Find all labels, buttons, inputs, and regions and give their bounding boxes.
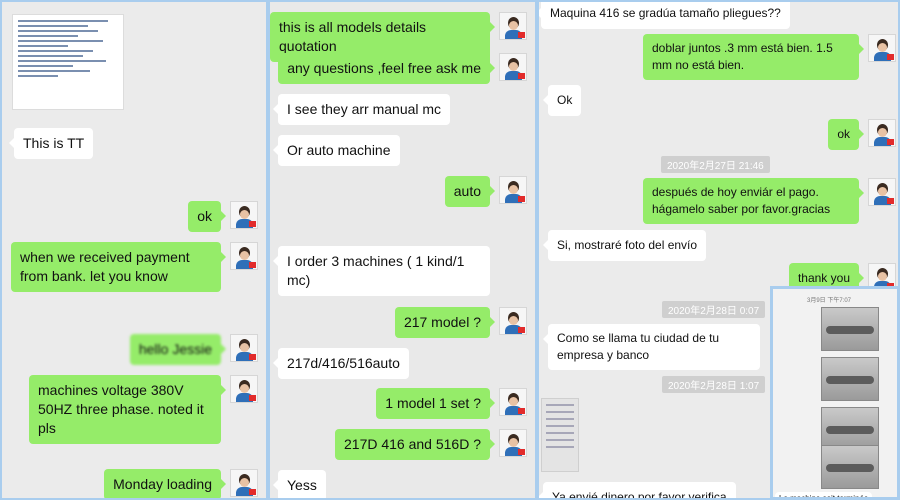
chat-panel-4: 3月9日 下午7:07 La machine soit terminée bbox=[770, 286, 900, 500]
message-bubble[interactable]: 217d/416/516auto bbox=[273, 348, 409, 379]
message-bubble[interactable]: hello Jessie bbox=[129, 334, 227, 365]
avatar[interactable] bbox=[868, 34, 896, 62]
message-bubble[interactable]: doblar juntos .3 mm está bien. 1.5 mm no… bbox=[643, 34, 864, 80]
message-row: 217D 416 and 516D ? bbox=[335, 429, 527, 460]
message-bubble[interactable]: Maquina 416 se gradúa tamaño pliegues?? bbox=[539, 2, 790, 29]
message-bubble[interactable]: I order 3 machines ( 1 kind/1 mc) bbox=[273, 246, 490, 296]
message-bubble[interactable]: La machine soit terminée bbox=[775, 492, 873, 497]
message-bubble[interactable]: ok bbox=[828, 119, 864, 150]
message-bubble[interactable]: ok bbox=[188, 201, 226, 232]
message-row: Si, mostraré foto del envío bbox=[542, 230, 707, 261]
avatar[interactable] bbox=[868, 119, 896, 147]
avatar[interactable] bbox=[499, 307, 527, 335]
message-bubble[interactable]: Ya envié dinero por favor verifica bbox=[539, 482, 736, 498]
message-bubble[interactable]: Monday loading bbox=[104, 469, 226, 498]
avatar[interactable] bbox=[868, 178, 896, 206]
machine-photo[interactable] bbox=[821, 357, 879, 401]
message-row: This is TT bbox=[8, 128, 94, 159]
message-bubble[interactable]: 217 model ? bbox=[394, 307, 496, 338]
message-row: Como se llama tu ciudad de tu empresa y … bbox=[543, 324, 760, 370]
avatar[interactable] bbox=[230, 334, 258, 362]
message-row: hello Jessie bbox=[129, 334, 258, 365]
message-bubble[interactable]: después de hoy enviár el pago. hágamelo … bbox=[643, 178, 864, 224]
timestamp: 3月9日 下午7:07 bbox=[807, 298, 852, 304]
message-row: any questions ,feel free ask me bbox=[278, 53, 527, 84]
message-bubble[interactable]: machines voltage 380V 50HZ three phase. … bbox=[29, 375, 226, 444]
chat-panel-1: This is TT ok when we received payment f… bbox=[0, 0, 268, 500]
message-row: I see they arr manual mc bbox=[272, 94, 451, 125]
message-row: when we received payment from bank. let … bbox=[11, 242, 258, 292]
message-row: Yess bbox=[273, 470, 326, 498]
message-bubble[interactable]: when we received payment from bank. let … bbox=[11, 242, 226, 292]
avatar[interactable] bbox=[499, 53, 527, 81]
message-bubble[interactable]: Como se llama tu ciudad de tu empresa y … bbox=[543, 324, 760, 370]
message-bubble[interactable]: Ok bbox=[542, 85, 582, 116]
machine-photo[interactable] bbox=[821, 307, 879, 351]
avatar[interactable] bbox=[230, 201, 258, 229]
avatar[interactable] bbox=[499, 176, 527, 204]
message-bubble[interactable]: auto bbox=[444, 176, 496, 207]
message-row: Ok bbox=[542, 85, 582, 116]
message-row: Or auto machine bbox=[273, 135, 400, 166]
message-bubble[interactable]: I see they arr manual mc bbox=[272, 94, 451, 125]
message-bubble[interactable]: any questions ,feel free ask me bbox=[278, 53, 495, 84]
message-row: Monday loading bbox=[104, 469, 258, 498]
message-bubble[interactable]: Yess bbox=[273, 470, 326, 498]
avatar[interactable] bbox=[499, 388, 527, 416]
avatar[interactable] bbox=[230, 242, 258, 270]
photo-thumbnail[interactable] bbox=[541, 398, 579, 472]
message-row: 1 model 1 set ? bbox=[376, 388, 527, 419]
timestamp: 2020年2月27日 21:46 bbox=[661, 156, 770, 173]
message-bubble[interactable]: 217D 416 and 516D ? bbox=[335, 429, 495, 460]
message-row: Maquina 416 se gradúa tamaño pliegues?? bbox=[539, 2, 790, 29]
message-row: auto bbox=[444, 176, 527, 207]
avatar[interactable] bbox=[230, 469, 258, 497]
avatar[interactable] bbox=[499, 429, 527, 457]
message-bubble[interactable]: Si, mostraré foto del envío bbox=[542, 230, 707, 261]
message-row: machines voltage 380V 50HZ three phase. … bbox=[29, 375, 258, 444]
message-bubble[interactable]: Or auto machine bbox=[273, 135, 400, 166]
machine-photo[interactable] bbox=[821, 445, 879, 489]
message-bubble[interactable]: This is TT bbox=[8, 128, 94, 159]
message-bubble[interactable]: 1 model 1 set ? bbox=[376, 388, 495, 419]
message-row: ok bbox=[188, 201, 258, 232]
timestamp: 2020年2月28日 0:07 bbox=[662, 301, 766, 318]
avatar[interactable] bbox=[230, 375, 258, 403]
avatar[interactable] bbox=[499, 12, 527, 40]
message-row: doblar juntos .3 mm está bien. 1.5 mm no… bbox=[643, 34, 896, 80]
message-row: Ya envié dinero por favor verifica bbox=[539, 482, 736, 498]
message-row: 217 model ? bbox=[394, 307, 527, 338]
chat-panel-2: this is all models details quotation any… bbox=[268, 0, 537, 500]
message-row: después de hoy enviár el pago. hágamelo … bbox=[643, 178, 896, 224]
message-row: ok bbox=[828, 119, 896, 150]
payment-receipt-image[interactable] bbox=[12, 14, 124, 110]
message-row: I order 3 machines ( 1 kind/1 mc) bbox=[273, 246, 490, 296]
timestamp: 2020年2月28日 1:07 bbox=[662, 376, 766, 393]
message-row: 217d/416/516auto bbox=[273, 348, 409, 379]
